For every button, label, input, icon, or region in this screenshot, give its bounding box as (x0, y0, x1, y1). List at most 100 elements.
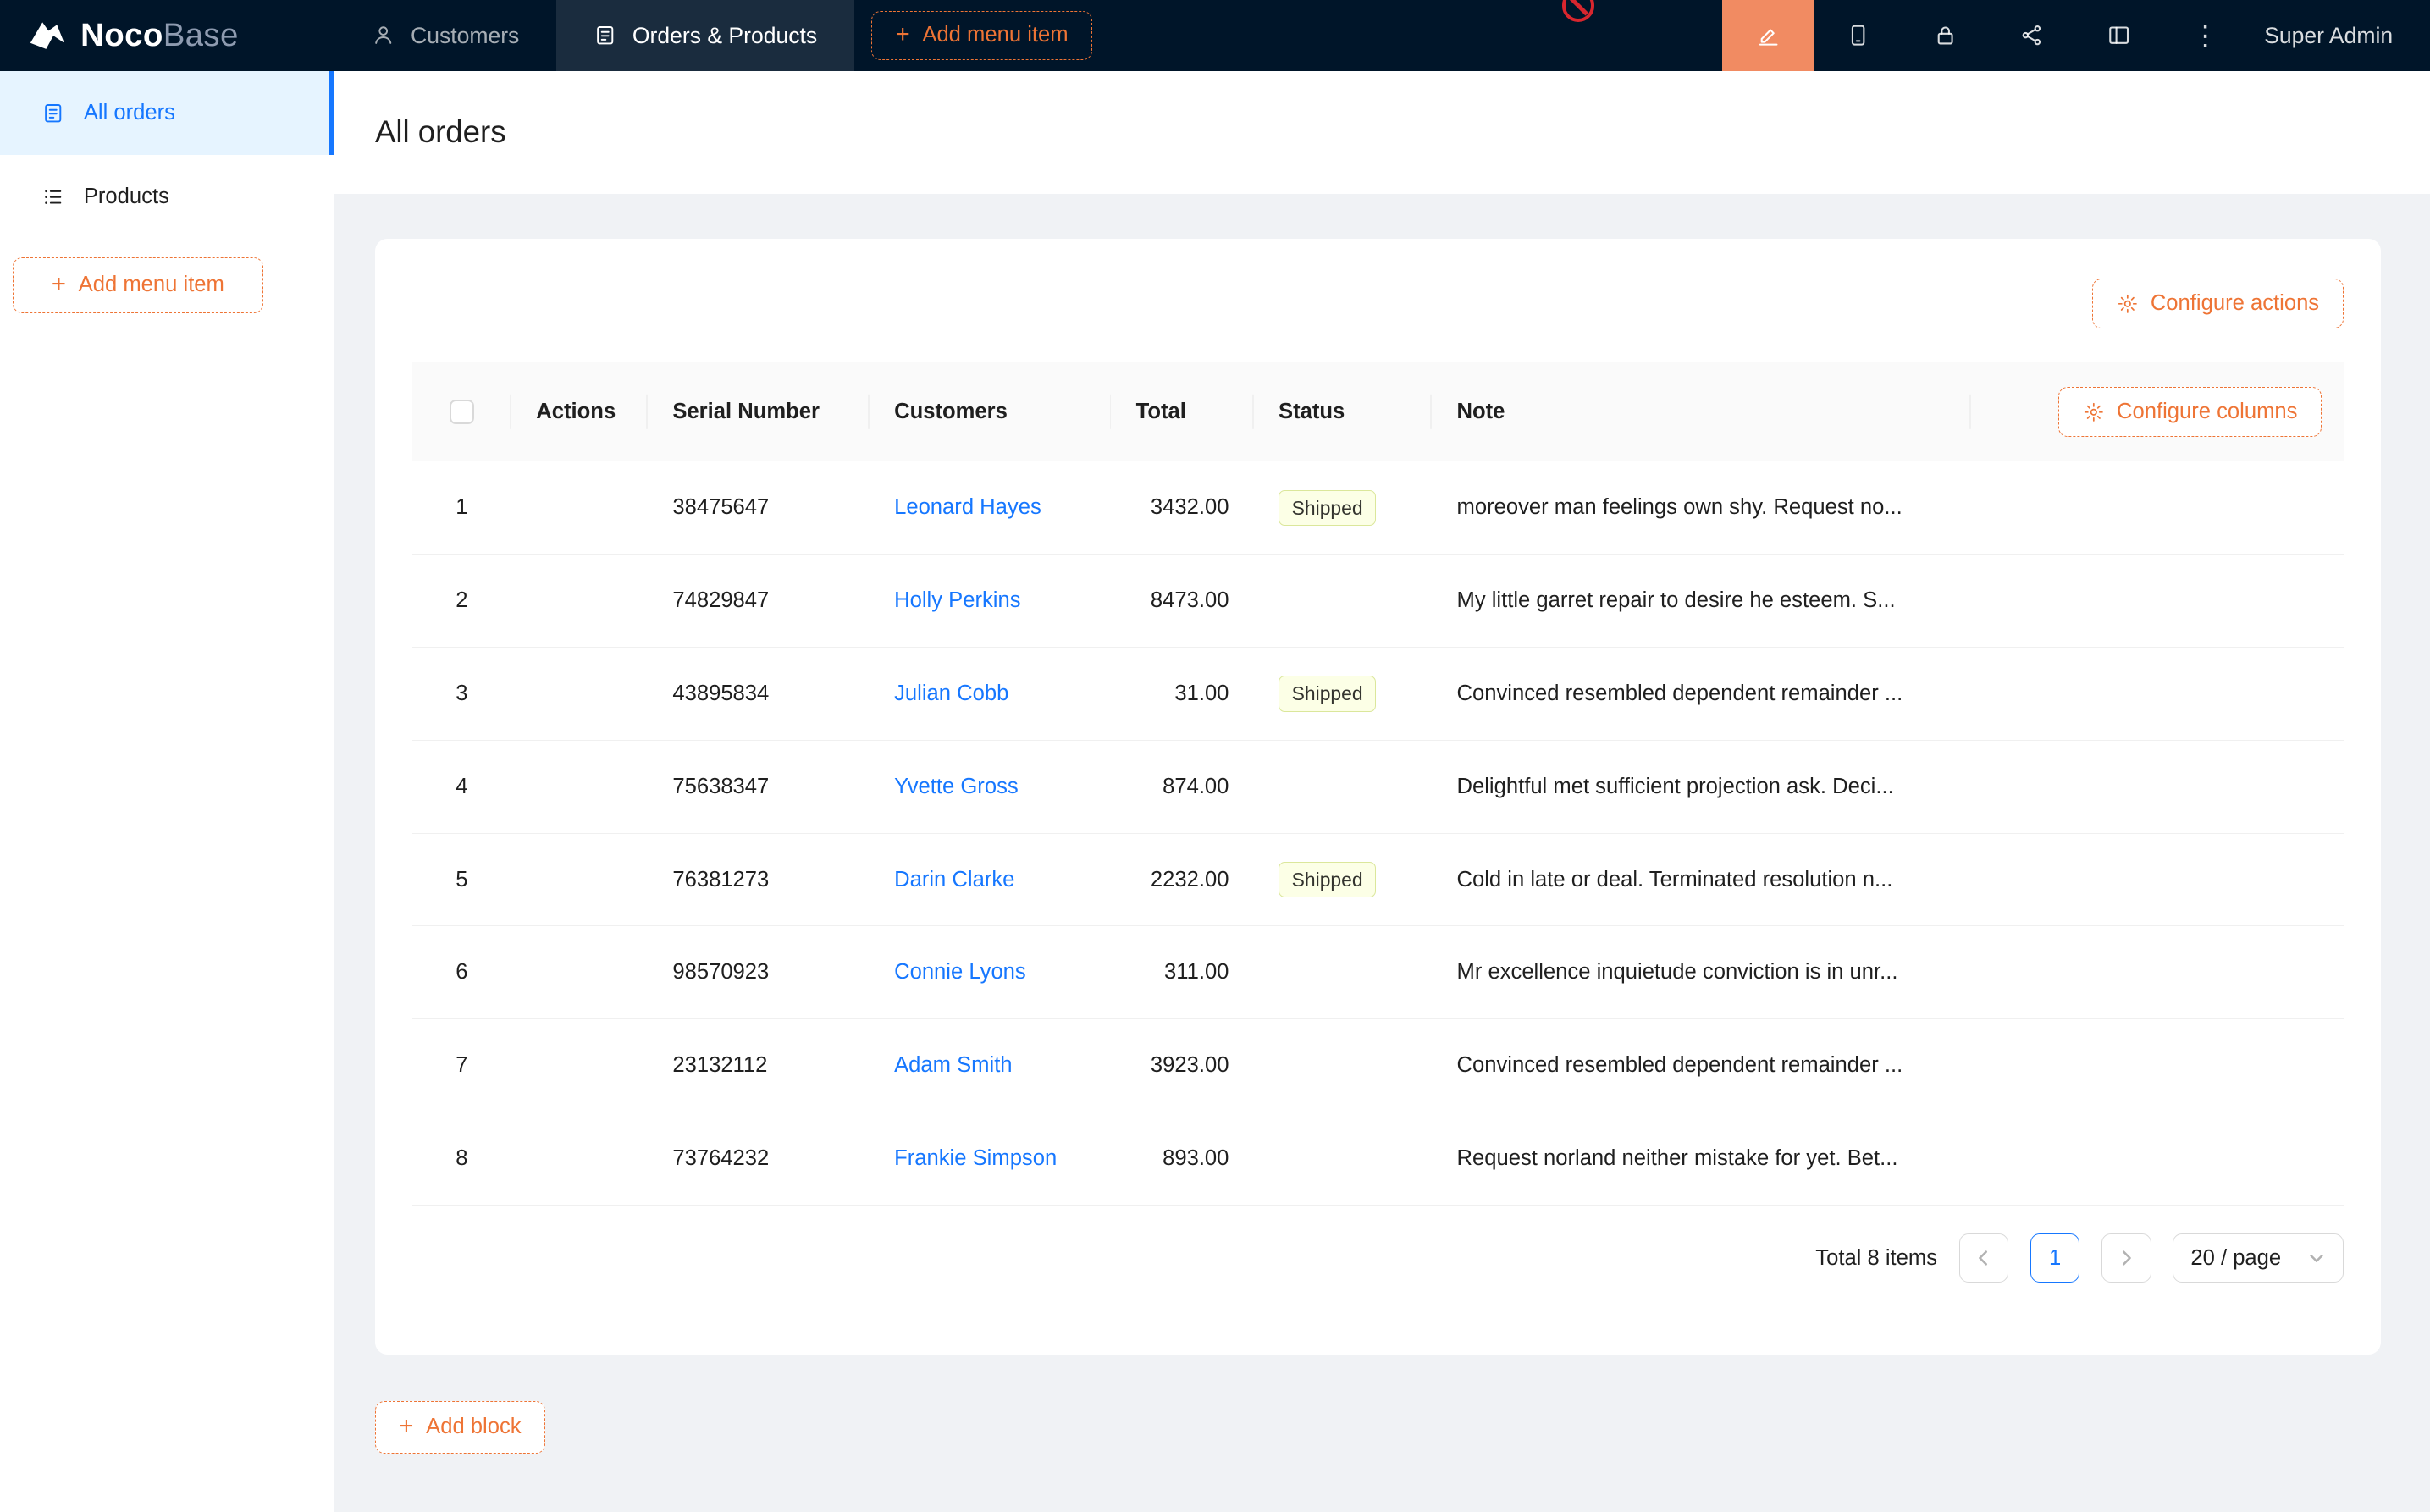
pagination-total: Total 8 items (1815, 1246, 1937, 1271)
pagination-next-button[interactable] (2101, 1233, 2151, 1283)
actions-cell (511, 648, 648, 740)
ui-editor-button[interactable] (1722, 0, 1815, 71)
orders-table-block: Configure actions Actions Serial Number … (375, 239, 2381, 1355)
status-badge: Shipped (1279, 676, 1376, 711)
total-cell: 2232.00 (1111, 834, 1253, 926)
config-cell (1971, 741, 2343, 833)
customer-link[interactable]: Frankie Simpson (894, 1146, 1057, 1171)
status-cell: Shipped (1254, 461, 1432, 554)
api-button[interactable] (1988, 0, 2075, 71)
gear-icon (2083, 401, 2105, 423)
lock-button[interactable] (1902, 0, 1989, 71)
table-header-row: Actions Serial Number Customers Total St… (412, 362, 2344, 461)
form-icon (41, 102, 64, 124)
status-badge: Shipped (1279, 862, 1376, 897)
note-cell: Convinced resembled dependent remainder … (1432, 648, 1971, 740)
user-menu[interactable]: Super Admin (2249, 0, 2430, 71)
column-header-total: Total (1111, 362, 1253, 461)
mobile-preview-button[interactable] (1814, 0, 1902, 71)
pagination: Total 8 items 1 20 / page (412, 1233, 2344, 1283)
table-row: 7 23132112 Adam Smith 3923.00 Convinced … (412, 1019, 2344, 1112)
chevron-right-icon (2117, 1249, 2135, 1267)
nav-tab-customers[interactable]: Customers (334, 0, 556, 71)
config-cell (1971, 1112, 2343, 1205)
serial-cell: 38475647 (648, 461, 870, 554)
customer-link[interactable]: Julian Cobb (894, 682, 1008, 706)
status-cell (1254, 926, 1432, 1018)
actions-cell (511, 1019, 648, 1112)
note-cell: Mr excellence inquietude conviction is i… (1432, 926, 1971, 1018)
nav-tab-label: Customers (411, 23, 519, 49)
page-size-value: 20 / page (2190, 1246, 2281, 1271)
column-header-customers: Customers (870, 362, 1112, 461)
status-cell (1254, 555, 1432, 647)
select-all-cell (412, 362, 511, 461)
pagination-prev-button[interactable] (1959, 1233, 2009, 1283)
page-header: All orders (334, 71, 2430, 194)
actions-cell (511, 461, 648, 554)
row-index: 4 (412, 741, 511, 833)
api-icon (2019, 23, 2044, 47)
chevron-down-icon (2307, 1249, 2326, 1267)
plus-icon: + (896, 23, 910, 47)
note-cell: Delightful met sufficient projection ask… (1432, 741, 1971, 833)
orders-table: Actions Serial Number Customers Total St… (412, 362, 2344, 1206)
sidebar-add-menu-item-button[interactable]: + Add menu item (13, 257, 264, 313)
config-cell (1971, 926, 2343, 1018)
select-all-checkbox[interactable] (450, 400, 474, 424)
layout-button[interactable] (2075, 0, 2162, 71)
note-cell: My little garret repair to desire he est… (1432, 555, 1971, 647)
configure-actions-button[interactable]: Configure actions (2092, 279, 2343, 328)
sidebar-item-label: All orders (84, 101, 175, 125)
customer-link[interactable]: Adam Smith (894, 1053, 1012, 1078)
serial-cell: 23132112 (648, 1019, 870, 1112)
customer-link[interactable]: Yvette Gross (894, 775, 1019, 799)
column-header-config: Configure columns (1971, 362, 2343, 461)
row-index: 7 (412, 1019, 511, 1112)
serial-cell: 43895834 (648, 648, 870, 740)
nocobase-logo-icon (28, 19, 67, 52)
table-row: 5 76381273 Darin Clarke 2232.00 Shipped … (412, 834, 2344, 927)
customer-link[interactable]: Leonard Hayes (894, 495, 1041, 520)
form-icon (594, 24, 616, 47)
navbar-add-menu-item-button[interactable]: + Add menu item (871, 11, 1092, 61)
mobile-icon (1846, 23, 1870, 47)
note-cell: Cold in late or deal. Terminated resolut… (1432, 834, 1971, 926)
customer-link[interactable]: Holly Perkins (894, 588, 1020, 613)
status-cell (1254, 741, 1432, 833)
customer-cell: Leonard Hayes (870, 461, 1112, 554)
config-cell (1971, 1019, 2343, 1112)
page-size-select[interactable]: 20 / page (2173, 1233, 2343, 1283)
customer-link[interactable]: Connie Lyons (894, 960, 1026, 985)
customer-link[interactable]: Darin Clarke (894, 868, 1014, 892)
highlighter-icon (1756, 23, 1781, 47)
sidebar-item-products[interactable]: Products (0, 155, 334, 239)
gear-icon (2117, 293, 2139, 315)
customer-cell: Holly Perkins (870, 555, 1112, 647)
row-index: 5 (412, 834, 511, 926)
sidebar-item-all-orders[interactable]: All orders (0, 71, 334, 155)
actions-cell (511, 555, 648, 647)
add-block-button[interactable]: + Add block (375, 1401, 545, 1454)
total-cell: 893.00 (1111, 1112, 1253, 1205)
more-button[interactable]: ⋮ (2162, 0, 2249, 71)
row-index: 8 (412, 1112, 511, 1205)
configure-columns-button[interactable]: Configure columns (2058, 387, 2322, 437)
app-root: NocoBase Customers Orders & Products + A… (0, 0, 2430, 1512)
customer-cell: Connie Lyons (870, 926, 1112, 1018)
top-navbar: NocoBase Customers Orders & Products + A… (0, 0, 2430, 71)
total-cell: 3923.00 (1111, 1019, 1253, 1112)
table-row: 8 73764232 Frankie Simpson 893.00 Reques… (412, 1112, 2344, 1206)
serial-cell: 75638347 (648, 741, 870, 833)
note-cell: moreover man feelings own shy. Request n… (1432, 461, 1971, 554)
note-cell: Convinced resembled dependent remainder … (1432, 1019, 1971, 1112)
pagination-page-1[interactable]: 1 (2030, 1233, 2080, 1283)
row-index: 3 (412, 648, 511, 740)
column-header-serial: Serial Number (648, 362, 870, 461)
column-header-status: Status (1254, 362, 1432, 461)
customer-cell: Yvette Gross (870, 741, 1112, 833)
lock-icon (1933, 23, 1958, 47)
nav-tab-orders-products[interactable]: Orders & Products (556, 0, 854, 71)
config-cell (1971, 834, 2343, 926)
logo: NocoBase (0, 0, 334, 71)
